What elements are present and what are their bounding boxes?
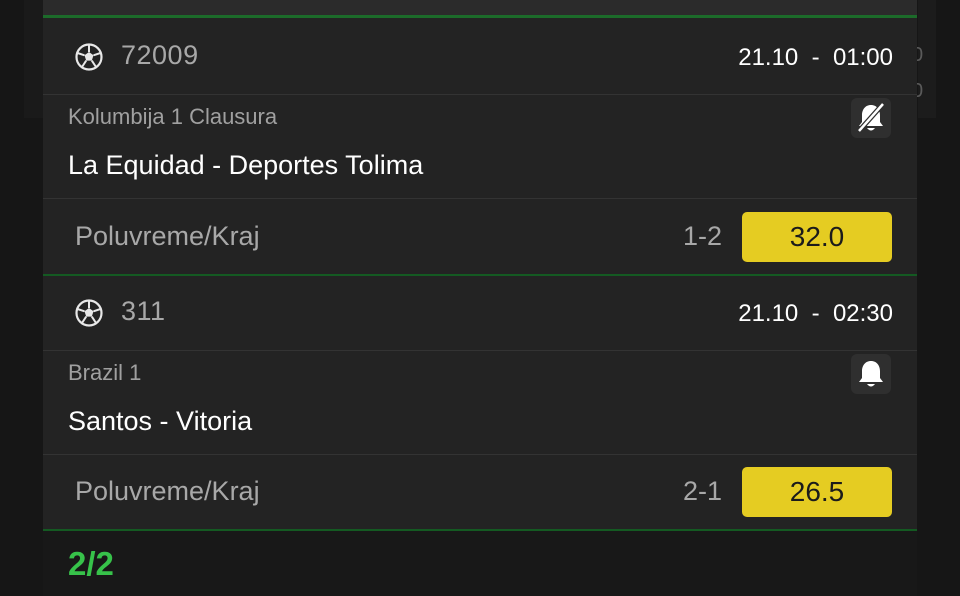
divider [43,15,917,18]
soccer-ball-icon [75,299,103,327]
odds-button[interactable]: 32.0 [742,212,892,262]
match-id: 72009 [121,40,199,70]
soccer-ball-icon [75,43,103,71]
odds-button[interactable]: 26.5 [742,467,892,517]
match-count: 2/2 [68,545,114,582]
ticket-top-strip [43,0,917,15]
bet-pick: 1-2 [683,221,723,251]
notification-toggle[interactable] [851,98,891,138]
divider [43,198,917,199]
background-shade [24,0,44,118]
divider [43,454,917,455]
bell-icon [859,361,883,387]
match-datetime: 21.10 - 01:00 [738,44,893,71]
match-datetime: 21.10 - 02:30 [738,300,893,327]
league-name: Brazil 1 [68,360,142,385]
match-id: 311 [121,296,166,326]
match-teams: Santos - Vitoria [68,406,253,436]
match-teams: La Equidad - Deportes Tolima [68,150,424,180]
divider [43,94,917,95]
divider [43,350,917,351]
bell-slash-icon [857,102,885,133]
divider [43,274,917,276]
notification-toggle[interactable] [851,354,891,394]
bet-type: Poluvreme/Kraj [75,476,260,506]
bet-pick: 2-1 [683,476,723,506]
ticket-card: 72009 21.10 - 01:00 Kolumbija 1 Clausura… [43,0,917,596]
bet-type: Poluvreme/Kraj [75,221,260,251]
ticket-footer [43,531,917,596]
league-name: Kolumbija 1 Clausura [68,104,278,129]
